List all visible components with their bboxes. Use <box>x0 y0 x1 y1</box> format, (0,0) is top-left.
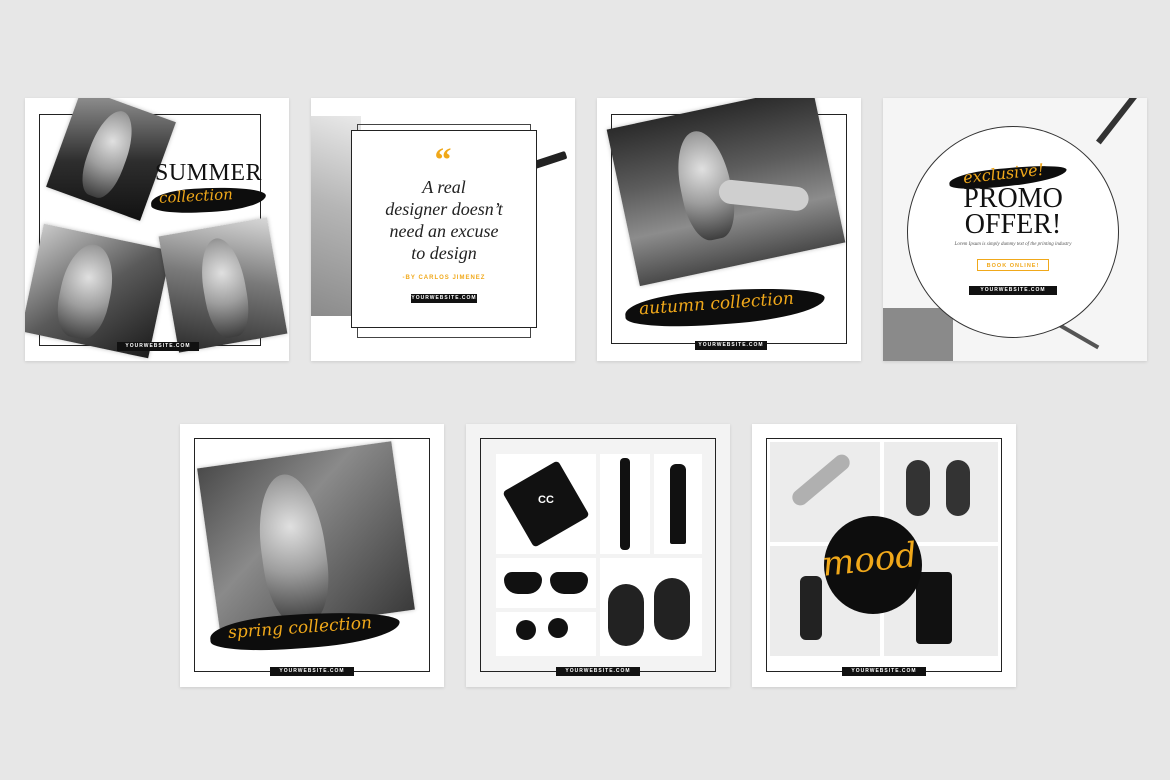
website-url-bar: YOURWEBSITE.COM <box>695 341 767 350</box>
mascara-tube <box>620 458 630 550</box>
tile-earrings <box>496 612 596 656</box>
model-figure <box>195 234 254 341</box>
quote-author: -BY CARLOS JIMENEZ <box>402 275 486 281</box>
heel-shoe <box>789 451 853 509</box>
quote-text: A real designer doesn’t need an excuse t… <box>351 176 537 264</box>
card-title: SUMMER <box>155 160 263 186</box>
quote-line: need an excuse <box>389 221 499 241</box>
compact-logo: CC <box>538 494 554 506</box>
tile-compact: CC <box>496 454 596 554</box>
tile-sunglasses <box>496 558 596 608</box>
website-url-bar: YOURWEBSITE.COM <box>842 667 926 676</box>
perfume-bottle <box>916 572 952 644</box>
model-figure <box>251 470 336 628</box>
model-figure <box>51 239 121 344</box>
website-url-bar: YOURWEBSITE.COM <box>270 667 354 676</box>
shoe-right <box>654 578 690 640</box>
post-card-autumn[interactable]: autumn collection YOURWEBSITE.COM <box>597 98 861 361</box>
photo-woman-trenchcoat <box>197 441 415 637</box>
sunglasses-lens-right <box>550 572 588 594</box>
tile-lipstick <box>654 454 702 554</box>
book-online-button[interactable]: BOOK ONLINE! <box>977 259 1049 271</box>
tile-shoes <box>600 558 702 656</box>
post-card-accessories[interactable]: CC YOURWEBSITE.COM <box>466 424 730 687</box>
collection-script: collection <box>158 185 234 207</box>
earring-left <box>516 620 536 640</box>
photo-woman-curly-hair <box>158 217 288 353</box>
earring-right <box>548 618 568 638</box>
quote-line: A real <box>422 177 466 197</box>
lamp-decoration <box>1096 98 1147 145</box>
tile-mascara <box>600 454 650 554</box>
quote-line: designer doesn’t <box>385 199 503 219</box>
paper-decoration <box>883 308 953 361</box>
model-figure <box>74 105 142 203</box>
post-card-mood[interactable]: mood YOURWEBSITE.COM <box>752 424 1016 687</box>
promo-subtitle: Lorem Ipsum is simply dummy text of the … <box>954 242 1072 247</box>
quote-mark-icon: “ <box>434 142 452 179</box>
post-card-spring[interactable]: spring collection YOURWEBSITE.COM <box>180 424 444 687</box>
website-url-bar: YOURWEBSITE.COM <box>117 342 199 351</box>
quote-line: to design <box>411 243 477 263</box>
lipstick-tube <box>800 576 822 640</box>
website-url-bar: YOURWEBSITE.COM <box>969 286 1057 295</box>
post-card-summer[interactable]: SUMMER collection YOURWEBSITE.COM <box>25 98 289 361</box>
earring-right <box>946 460 970 516</box>
website-url-bar: YOURWEBSITE.COM <box>411 294 477 303</box>
earring-left <box>906 460 930 516</box>
post-card-quote[interactable]: “ A real designer doesn’t need an excuse… <box>311 98 575 361</box>
shoe-left <box>608 584 644 646</box>
post-card-promo[interactable]: exclusive! PROMO OFFER! Lorem Ipsum is s… <box>883 98 1147 361</box>
website-url-bar: YOURWEBSITE.COM <box>556 667 640 676</box>
lipstick-tube <box>670 464 686 544</box>
promo-title-line2: OFFER! <box>964 209 1062 240</box>
sunglasses-lens-left <box>504 572 542 594</box>
